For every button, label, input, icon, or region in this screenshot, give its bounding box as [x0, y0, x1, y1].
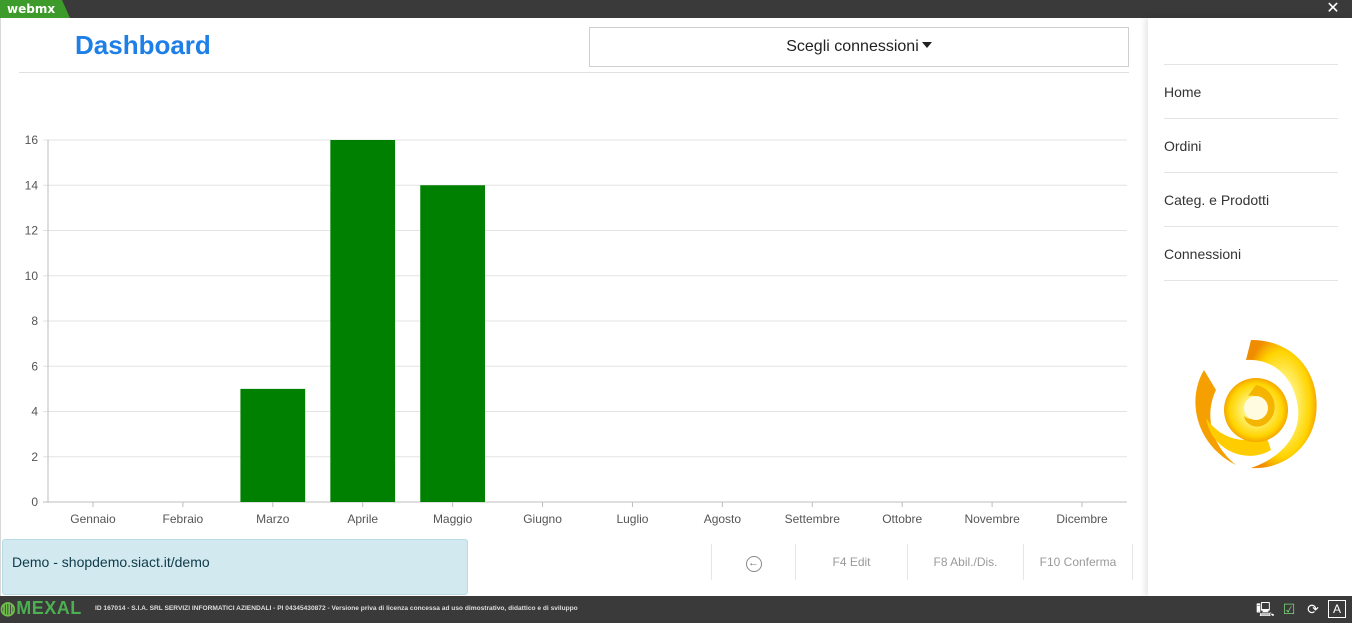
company-logo [1195, 340, 1317, 469]
x-tick-label: Maggio [433, 512, 473, 526]
enable-disable-button[interactable]: F8 Abil./Dis. [907, 544, 1023, 580]
font-size-icon[interactable]: A [1328, 600, 1346, 618]
y-tick-label: 12 [25, 224, 39, 238]
connections-dropdown[interactable]: Scegli connessioni [589, 27, 1129, 67]
bar [240, 388, 306, 502]
sidebar-item-home[interactable]: Home [1164, 65, 1338, 119]
sidebar-item-connessioni[interactable]: Connessioni [1164, 227, 1338, 281]
window-titlebar: webmx ✕ [0, 0, 1352, 18]
back-arrow-icon: ← [745, 556, 762, 572]
y-tick-label: 2 [31, 450, 38, 464]
connections-dropdown-label: Scegli connessioni [786, 38, 919, 55]
caret-down-icon [921, 41, 932, 48]
monitor-icon[interactable]: 🖳 [1256, 600, 1275, 618]
x-tick-label: Marzo [256, 512, 290, 526]
x-tick-label: Gennaio [70, 512, 116, 526]
mexal-logo: ◍MEXAL [0, 598, 82, 619]
header-divider [19, 72, 1129, 73]
confirm-button[interactable]: F10 Conferma [1023, 544, 1133, 580]
x-tick-label: Aprile [347, 512, 378, 526]
sidebar-item-ordini[interactable]: Ordini [1164, 119, 1338, 173]
sidebar-item-categ-prodotti[interactable]: Categ. e Prodotti [1164, 173, 1338, 227]
x-tick-label: Ottobre [882, 512, 922, 526]
y-tick-label: 0 [31, 495, 38, 509]
y-tick-label: 8 [31, 314, 38, 328]
mexal-logo-icon: ◍ [0, 598, 17, 618]
connection-status-text: Demo - shopdemo.siact.it/demo [12, 554, 210, 570]
x-tick-label: Luglio [616, 512, 648, 526]
bottom-status-bar: ◍MEXAL ID 167014 - S.I.A. SRL SERVIZI IN… [0, 596, 1352, 623]
monthly-bar-chart: 0 2 4 6 8 10 12 14 16 Gennaio Febraio Marzo Aprile Ma… [25, 133, 1127, 526]
system-tray: 🖳 ☑ ⟳ A [1256, 600, 1346, 618]
page-title: Dashboard [75, 30, 211, 60]
x-tick-label: Agosto [704, 512, 742, 526]
calendar-check-icon[interactable]: ☑ [1280, 600, 1298, 618]
x-tick-label: Novembre [964, 512, 1020, 526]
refresh-icon[interactable]: ⟳ [1304, 600, 1322, 618]
y-tick-label: 16 [25, 133, 39, 147]
connection-status: Demo - shopdemo.siact.it/demo [2, 539, 468, 595]
x-tick-label: Dicembre [1056, 512, 1108, 526]
x-tick-label: Febraio [163, 512, 204, 526]
y-tick-label: 14 [25, 178, 39, 192]
y-tick-label: 4 [31, 405, 38, 419]
close-icon[interactable]: ✕ [1324, 0, 1342, 18]
app-tab[interactable]: webmx [0, 0, 70, 18]
x-tick-label: Settembre [785, 512, 841, 526]
y-tick-label: 6 [31, 359, 38, 373]
main-content: Dashboard Scegli connessioni 0 2 4 6 8 10 12 14… [0, 18, 1148, 596]
sidebar-nav: Home Ordini Categ. e Prodotti Connession… [1164, 65, 1338, 281]
y-tick-label: 10 [25, 269, 39, 283]
x-tick-label: Giugno [523, 512, 562, 526]
function-keys-bar: ← F4 Edit F8 Abil./Dis. F10 Conferma [711, 544, 1133, 580]
bar [420, 185, 485, 502]
mexal-logo-text: MEXAL [16, 598, 82, 618]
edit-button[interactable]: F4 Edit [795, 544, 907, 580]
back-button[interactable]: ← [711, 544, 795, 580]
sidebar: Home Ordini Categ. e Prodotti Connession… [1148, 18, 1352, 596]
license-text: ID 167014 - S.I.A. SRL SERVIZI INFORMATI… [95, 605, 578, 612]
bar [330, 140, 396, 502]
